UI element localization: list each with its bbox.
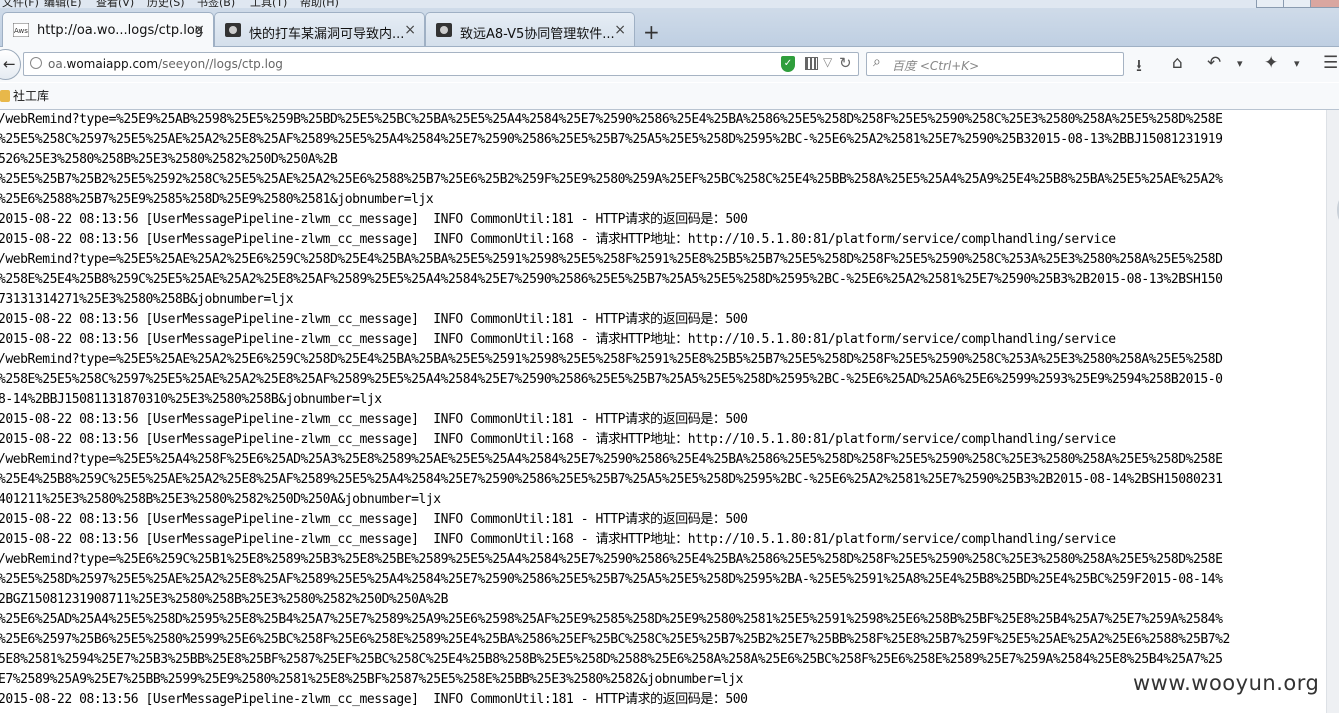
qr-code-icon[interactable] (805, 57, 818, 70)
menu-view[interactable]: 查看(V) (96, 0, 134, 8)
tab-ctp-log[interactable]: Aws http://oa.wo...logs/ctp.log × (2, 12, 214, 47)
undo-dropdown-icon[interactable]: ▾ (1237, 57, 1243, 70)
minimize-button[interactable] (1256, 0, 1284, 8)
log-line: 2015-08-22 08:13:56 [UserMessagePipeline… (0, 512, 748, 527)
log-line: %258E%25E4%25B8%259C%25E5%25AE%25A2%25E8… (0, 272, 1223, 287)
security-shield-icon[interactable]: ✓ (781, 56, 795, 72)
menu-icon[interactable]: ☰ (1323, 53, 1338, 73)
log-line: /webRemind?type=%25E6%259C%25B1%25E8%258… (0, 552, 1223, 567)
menu-bar: 文件(F) 编辑(E) 查看(V) 历史(S) 书签(B) 工具(T) 帮助(H… (0, 0, 1339, 8)
search-placeholder: 百度 <Ctrl+K> (892, 59, 980, 73)
page-favicon-icon (225, 23, 241, 37)
address-bar[interactable]: oa.womaiapp.com/seeyon//logs/ctp.log ✓ ▽… (23, 52, 859, 76)
reload-icon[interactable]: ↻ (839, 54, 852, 72)
new-tab-button[interactable]: + (643, 20, 660, 44)
log-line: 2015-08-22 08:13:56 [UserMessagePipeline… (0, 692, 748, 707)
log-line: 401211%25E3%2580%258B%25E3%2580%2582%250… (0, 492, 441, 507)
tab-title: http://oa.wo...logs/ctp.log (37, 23, 204, 38)
tab-close-icon[interactable]: × (404, 22, 416, 38)
globe-icon (30, 57, 42, 69)
log-line: %25E5%25B7%25B2%25E5%2592%258C%25E5%25AE… (0, 172, 1223, 187)
back-button[interactable]: ← (0, 49, 21, 80)
log-line: 8-14%2BBJ15081131870310%25E3%2580%258B&j… (0, 392, 382, 407)
bookmark-folder-icon (0, 90, 10, 102)
log-line: %25E6%2597%25B6%25E5%2580%2599%25E6%25BC… (0, 632, 1230, 647)
log-line: %25E5%258C%2597%25E5%25AE%25A2%25E8%25AF… (0, 132, 1223, 147)
log-line: 2015-08-22 08:13:56 [UserMessagePipeline… (0, 332, 1116, 347)
vertical-scrollbar[interactable] (1326, 110, 1339, 713)
log-line: %258E%25E5%258C%2597%25E5%25AE%25A2%25E8… (0, 372, 1223, 387)
menu-help[interactable]: 帮助(H) (300, 0, 339, 8)
maximize-button[interactable] (1283, 0, 1311, 8)
back-arrow-icon: ← (3, 55, 16, 73)
navigation-toolbar: ← oa.womaiapp.com/seeyon//logs/ctp.log ✓… (0, 47, 1339, 82)
tab-close-icon[interactable]: × (193, 22, 205, 38)
svg-text:Aws: Aws (14, 27, 28, 35)
watermark: www.wooyun.org (1133, 671, 1320, 695)
log-line: /webRemind?type=%25E9%25AB%2598%25E5%259… (0, 112, 1223, 127)
history-dropdown-icon[interactable]: ▽ (823, 55, 832, 69)
download-icon[interactable]: ⭳ (1136, 53, 1142, 82)
log-line: 2015-08-22 08:13:56 [UserMessagePipeline… (0, 232, 1116, 247)
undo-icon[interactable]: ↶ (1207, 53, 1221, 73)
tab-title: 快的打车某漏洞可导致内... (249, 27, 405, 42)
log-line: 526%25E3%2580%258B%25E3%2580%2582%250D%2… (0, 152, 338, 167)
log-line: 2015-08-22 08:13:56 [UserMessagePipeline… (0, 532, 1116, 547)
log-line: 2015-08-22 08:13:56 [UserMessagePipeline… (0, 412, 748, 427)
addon-icon[interactable]: ✦ (1264, 53, 1278, 73)
menu-tools[interactable]: 工具(T) (250, 0, 287, 8)
tab-title: 致远A8-V5协同管理软件... (460, 27, 615, 42)
bookmarks-toolbar: 社工库 (0, 83, 1339, 110)
close-window-button[interactable] (1310, 0, 1339, 8)
tab-wooyun-didi[interactable]: 快的打车某漏洞可导致内... × (214, 12, 425, 46)
log-line: %25E6%25AD%25A4%25E5%258D%2595%25E8%25B4… (0, 612, 1223, 627)
search-icon: ⌕ (873, 54, 881, 70)
log-line: E7%2589%25A9%25E7%25BB%2599%25E9%2580%25… (0, 672, 744, 687)
log-line: 2015-08-22 08:13:56 [UserMessagePipeline… (0, 212, 748, 227)
log-line: %25E5%258D%2597%25E5%25AE%25A2%25E8%25AF… (0, 572, 1223, 587)
bookmark-item[interactable]: 社工库 (0, 87, 49, 104)
address-url: oa.womaiapp.com/seeyon//logs/ctp.log (48, 57, 283, 71)
log-line: 2015-08-22 08:13:56 [UserMessagePipeline… (0, 432, 1116, 447)
menu-history[interactable]: 历史(S) (147, 0, 185, 8)
menu-bookmarks[interactable]: 书签(B) (197, 0, 235, 8)
log-line: /webRemind?type=%25E5%25AE%25A2%25E6%259… (0, 252, 1223, 267)
page-favicon-icon (436, 23, 452, 37)
menu-edit[interactable]: 编辑(E) (44, 0, 82, 8)
log-line: 2BGZ15081231908711%25E3%2580%258B%25E3%2… (0, 592, 448, 607)
menu-file[interactable]: 文件(F) (2, 0, 39, 8)
addon-dropdown-icon[interactable]: ▾ (1294, 57, 1300, 70)
home-icon[interactable]: ⌂ (1172, 53, 1183, 73)
tab-strip: Aws http://oa.wo...logs/ctp.log × 快的打车某漏… (0, 8, 1339, 47)
log-line: %25E6%2588%25B7%25E9%2585%258D%25E9%2580… (0, 192, 434, 207)
log-line: 2015-08-22 08:13:56 [UserMessagePipeline… (0, 312, 748, 327)
search-box[interactable]: ⌕ 百度 <Ctrl+K> (866, 52, 1124, 76)
page-favicon-icon: Aws (13, 23, 29, 37)
log-line: %25E4%25B8%259C%25E5%25AE%25A2%25E8%25AF… (0, 472, 1223, 487)
log-content: /webRemind?type=%25E9%25AB%2598%25E5%259… (0, 110, 1326, 713)
log-line: 5E8%2581%2594%25E7%25B3%25BB%25E8%25BF%2… (0, 652, 1223, 667)
log-line: 73131314271%25E3%2580%258B&jobnumber=ljx (0, 292, 294, 307)
tab-close-icon[interactable]: × (614, 22, 626, 38)
tab-wooyun-seeyon[interactable]: 致远A8-V5协同管理软件... × (425, 12, 635, 46)
log-line: /webRemind?type=%25E5%25A4%258F%25E6%25A… (0, 452, 1223, 467)
log-line: /webRemind?type=%25E5%25AE%25A2%25E6%259… (0, 352, 1223, 367)
